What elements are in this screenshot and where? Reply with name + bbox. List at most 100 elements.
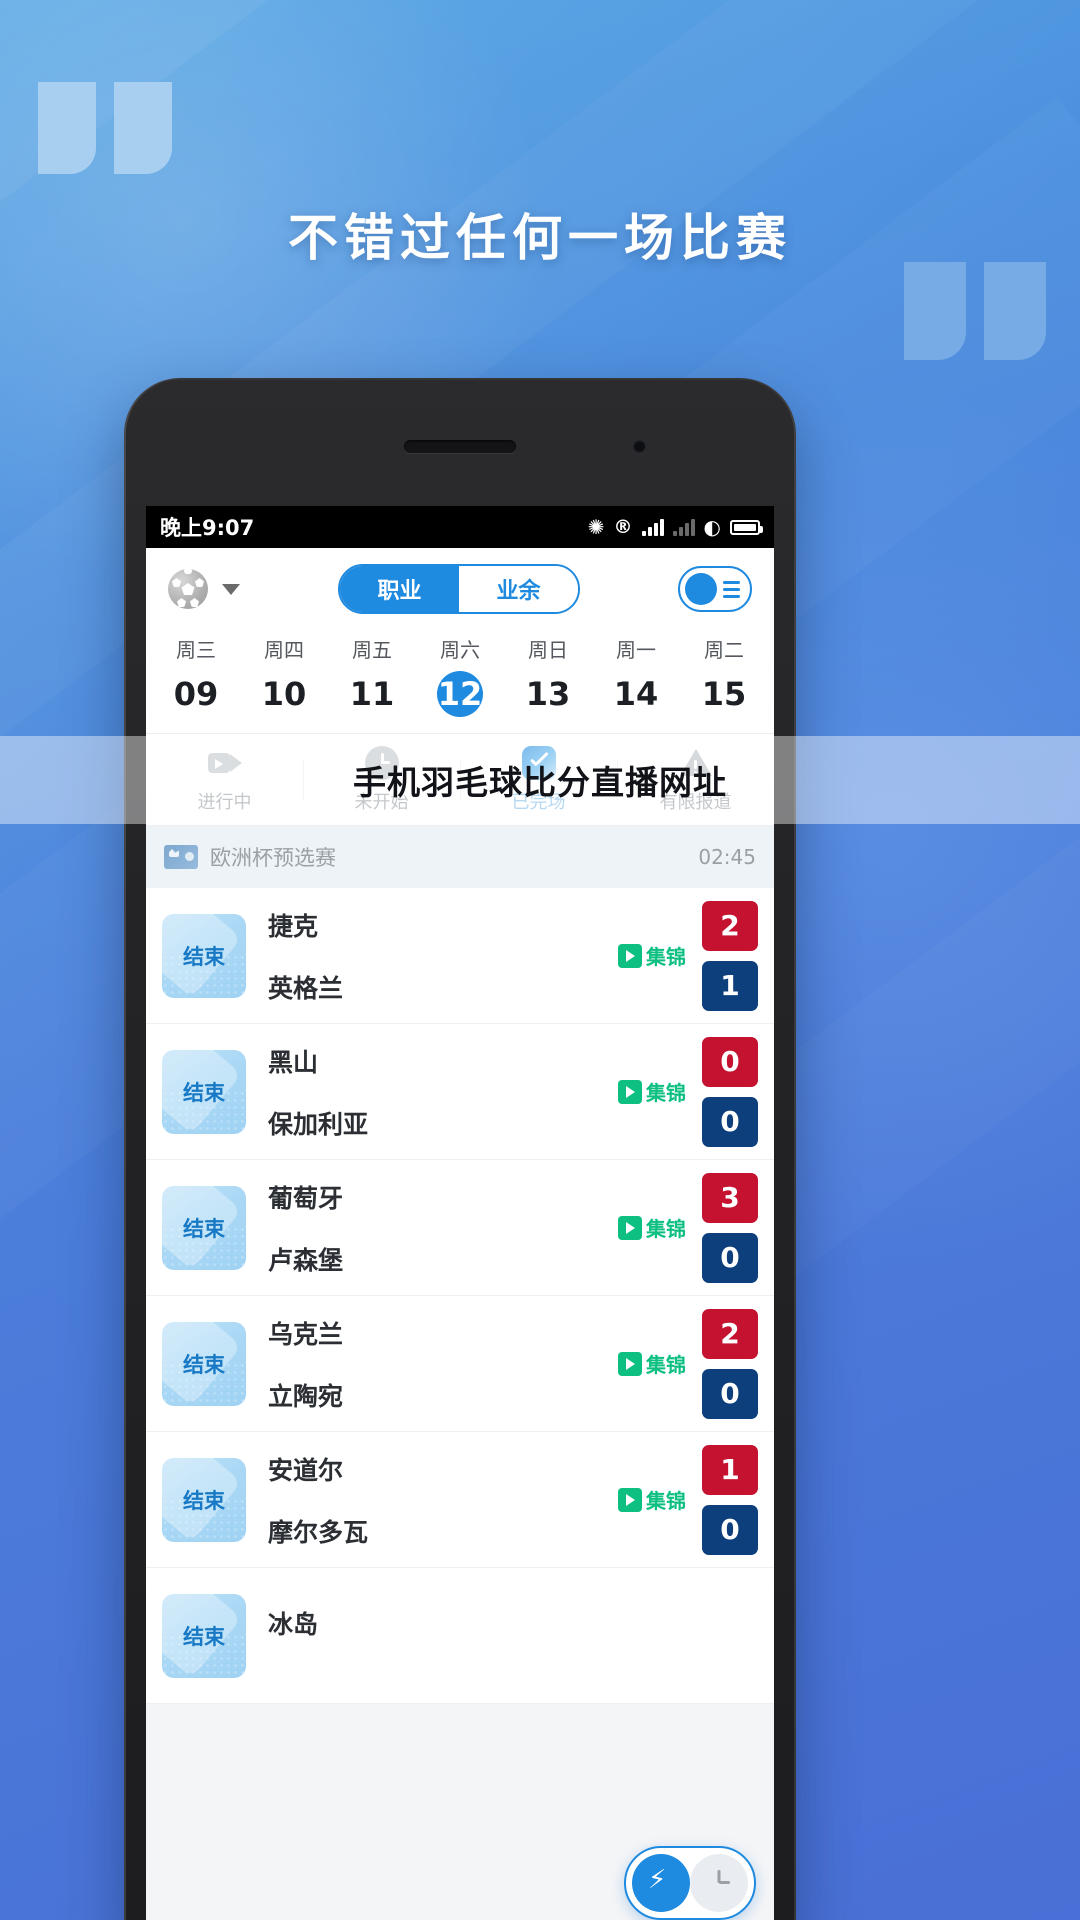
match-status-thumb: 结束: [162, 1593, 246, 1678]
match-status-thumb: 结束: [162, 1185, 246, 1270]
home-score: 1: [702, 1444, 758, 1495]
date-dow: 周五: [352, 640, 392, 662]
date-number: 11: [349, 675, 395, 713]
match-teams: 冰岛: [246, 1605, 758, 1667]
away-team-name: 保加利亚: [268, 1110, 369, 1139]
battery-icon: [730, 519, 763, 535]
home-score: 3: [702, 1172, 758, 1223]
front-camera-icon: [633, 440, 646, 453]
category-segmented-control[interactable]: 职业 业余: [338, 564, 580, 614]
date-cell-0[interactable]: 周三 09: [152, 634, 240, 717]
highlights-label: 集锦: [646, 1491, 686, 1513]
segment-professional[interactable]: 职业: [340, 566, 459, 612]
table-row[interactable]: 结束 捷克 英格兰 集锦 2 1: [146, 888, 774, 1024]
date-dow: 周六: [440, 640, 480, 662]
league-flag-icon: [164, 845, 198, 869]
date-cell-2[interactable]: 周五 11: [328, 634, 416, 717]
match-teams: 捷克 英格兰: [246, 907, 618, 1005]
live-fab[interactable]: [632, 1854, 690, 1912]
app-toolbar: 职业 业余: [146, 548, 774, 630]
highlights-button[interactable]: 集锦: [618, 1213, 686, 1242]
date-selector[interactable]: 周三 09 周四 10 周五 11 周六 12 周日 13 周一 14 周二 1…: [146, 630, 774, 734]
away-score: 0: [702, 1368, 758, 1419]
home-team-name: 黑山: [268, 1048, 319, 1077]
ringer-icon: ®: [613, 516, 633, 538]
date-cell-3-selected[interactable]: 周六 12: [416, 634, 504, 717]
play-icon: [618, 1487, 642, 1512]
away-team-name: 卢森堡: [268, 1246, 344, 1275]
match-status-label: 结束: [183, 1489, 225, 1513]
home-team-name: 安道尔: [268, 1456, 344, 1485]
league-info: 欧洲杯预选赛: [164, 842, 336, 872]
league-header[interactable]: 欧洲杯预选赛 02:45: [146, 826, 774, 888]
home-team-name: 捷克: [268, 912, 319, 941]
phone-speaker-grille: [404, 440, 516, 453]
match-status-label: 结束: [183, 945, 225, 969]
watermark-text: 手机羽毛球比分直播网址: [353, 763, 727, 802]
match-status-label: 结束: [183, 1625, 225, 1649]
date-number: 15: [701, 675, 747, 713]
table-row[interactable]: 结束 葡萄牙 卢森堡 集锦 3 0: [146, 1160, 774, 1296]
table-row[interactable]: 结束 安道尔 摩尔多瓦 集锦 1 0: [146, 1432, 774, 1568]
match-teams: 安道尔 摩尔多瓦: [246, 1451, 618, 1549]
table-row[interactable]: 结束 乌克兰 立陶宛 集锦 2 0: [146, 1296, 774, 1432]
floating-action-buttons[interactable]: [624, 1846, 756, 1920]
match-status-thumb: 结束: [162, 1457, 246, 1542]
play-icon: [618, 943, 642, 968]
home-score: 2: [702, 1308, 758, 1359]
away-team-name: 摩尔多瓦: [268, 1518, 369, 1547]
highlights-label: 集锦: [646, 947, 686, 969]
schedule-fab[interactable]: [690, 1854, 748, 1912]
quote-close-icon: [904, 262, 1046, 360]
match-status-label: 结束: [183, 1353, 225, 1377]
date-dow: 周四: [264, 640, 304, 662]
watermark-band: 手机羽毛球比分直播网址: [0, 736, 1080, 824]
hamburger-lines-icon: [723, 580, 740, 598]
quote-open-icon: [38, 82, 172, 174]
play-icon: [618, 1215, 642, 1240]
highlights-button[interactable]: 集锦: [618, 1485, 686, 1514]
match-teams: 乌克兰 立陶宛: [246, 1315, 618, 1413]
away-team-name: 英格兰: [268, 974, 344, 1003]
date-dow: 周一: [616, 640, 656, 662]
signal-bars-icon: [641, 518, 664, 536]
status-bar: 晚上9:07 ✺ ® ◐: [146, 506, 774, 548]
match-scores: 0 0: [702, 1036, 758, 1147]
match-status-thumb: 结束: [162, 913, 246, 998]
highlights-button[interactable]: 集锦: [618, 1349, 686, 1378]
date-number: 09: [173, 675, 219, 713]
segment-amateur[interactable]: 业余: [459, 566, 578, 612]
table-row[interactable]: 结束 黑山 保加利亚 集锦 0 0: [146, 1024, 774, 1160]
date-number: 12: [437, 671, 483, 717]
highlights-label: 集锦: [646, 1355, 686, 1377]
date-cell-1[interactable]: 周四 10: [240, 634, 328, 717]
match-status-label: 结束: [183, 1217, 225, 1241]
away-score: 0: [702, 1232, 758, 1283]
league-name: 欧洲杯预选赛: [210, 847, 336, 870]
menu-toggle-icon[interactable]: [678, 566, 752, 612]
match-status-thumb: 结束: [162, 1321, 246, 1406]
away-score: 0: [702, 1504, 758, 1555]
match-scores: 2 0: [702, 1308, 758, 1419]
away-team-name: 立陶宛: [268, 1382, 344, 1411]
status-bar-icons: ✺ ® ◐: [588, 515, 763, 539]
highlights-button[interactable]: 集锦: [618, 941, 686, 970]
signal-bars-dim-icon: [672, 518, 695, 536]
status-bar-time: 晚上9:07: [160, 516, 255, 540]
match-status-label: 结束: [183, 1081, 225, 1105]
home-team-name: 葡萄牙: [268, 1184, 344, 1213]
date-cell-6[interactable]: 周二 15: [680, 634, 768, 717]
match-teams: 葡萄牙 卢森堡: [246, 1179, 618, 1277]
wifi-icon: ◐: [703, 515, 721, 539]
phone-mockup: 晚上9:07 ✺ ® ◐ 职业 业余 周三 09 周四 10 周五 11 周六 …: [124, 378, 796, 1920]
home-score: 2: [702, 900, 758, 951]
league-time: 02:45: [698, 845, 756, 869]
highlights-button[interactable]: 集锦: [618, 1077, 686, 1106]
date-number: 14: [613, 675, 659, 713]
date-cell-5[interactable]: 周一 14: [592, 634, 680, 717]
table-row[interactable]: 结束 冰岛: [146, 1568, 774, 1704]
sport-selector[interactable]: [168, 568, 240, 609]
match-status-thumb: 结束: [162, 1049, 246, 1134]
chevron-down-icon[interactable]: [222, 583, 240, 595]
date-cell-4[interactable]: 周日 13: [504, 634, 592, 717]
